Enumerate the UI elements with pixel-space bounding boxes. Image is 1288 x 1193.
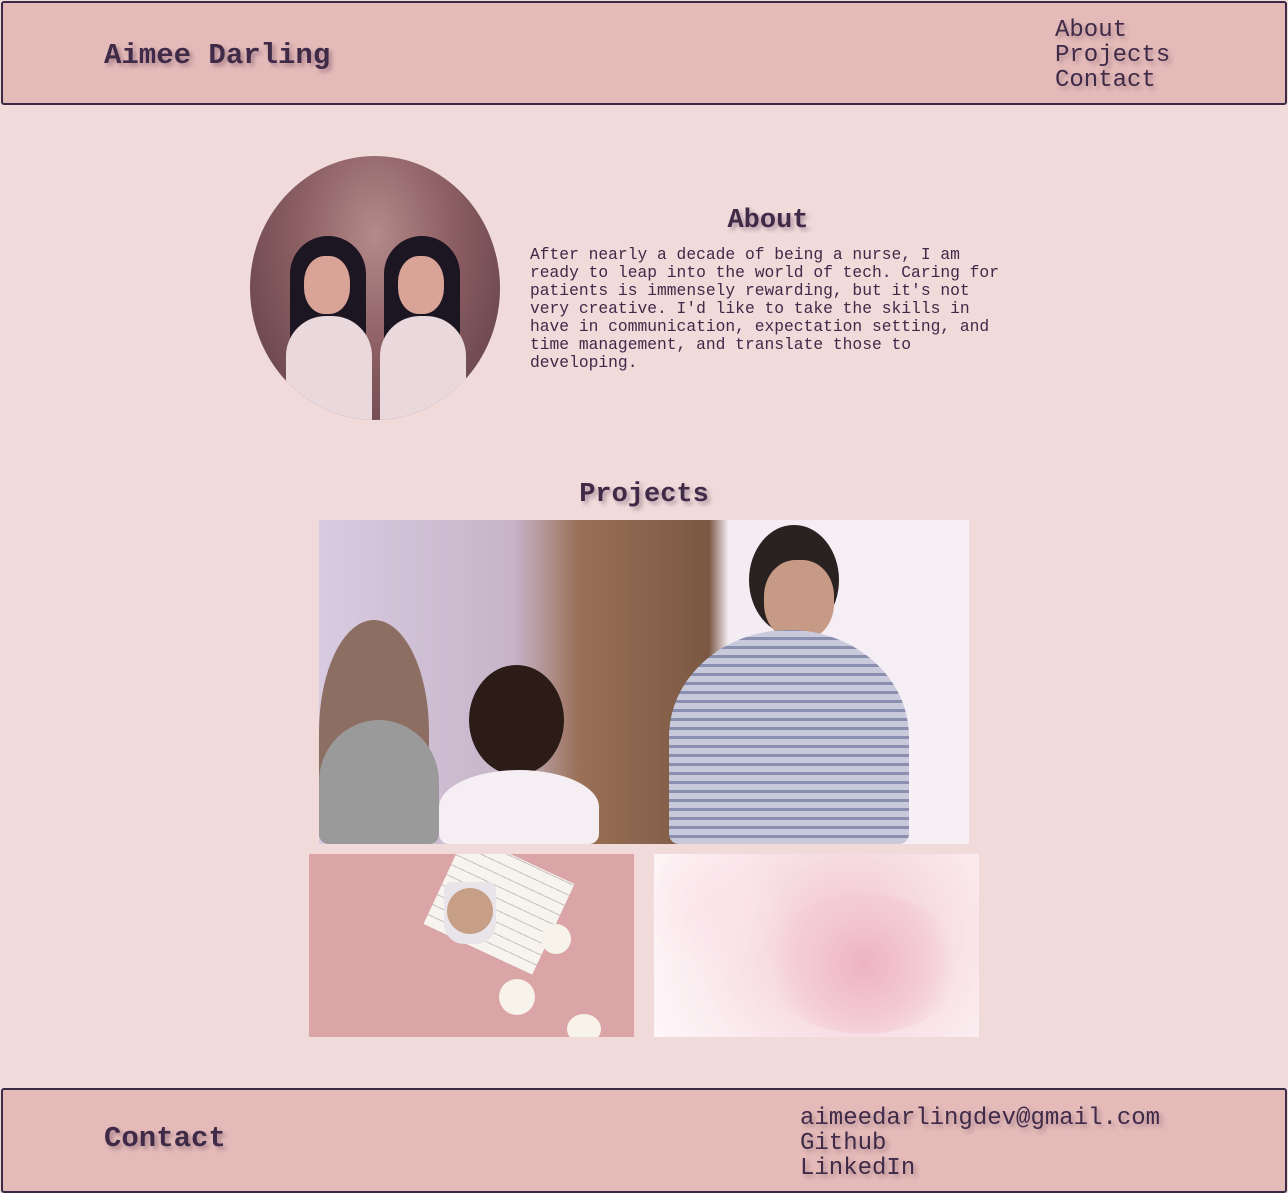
projects-heading: Projects: [579, 480, 709, 510]
coffee: [447, 888, 493, 934]
portrait-figure-right: [372, 236, 472, 420]
person-right-shirt: [669, 630, 909, 844]
project-image-coffee[interactable]: [309, 854, 634, 1037]
rose-petals: [764, 894, 964, 1034]
project-image-rose[interactable]: [654, 854, 979, 1037]
flower-2: [499, 979, 535, 1015]
footer-title: Contact: [104, 1122, 226, 1155]
github-link[interactable]: Github: [800, 1131, 1160, 1156]
person-right-face: [764, 560, 834, 640]
portrait-figure-left: [278, 236, 378, 420]
site-header: Aimee Darling About Projects Contact: [1, 1, 1287, 105]
flower-3: [567, 1014, 601, 1037]
linkedin-link[interactable]: LinkedIn: [800, 1156, 1160, 1181]
person-center-hair: [469, 665, 564, 775]
contact-links: aimeedarlingdev@gmail.com Github LinkedI…: [800, 1106, 1160, 1181]
email-link[interactable]: aimeedarlingdev@gmail.com: [800, 1106, 1160, 1131]
project-image-team[interactable]: [319, 520, 969, 844]
nav-link-projects[interactable]: Projects: [1055, 43, 1170, 68]
site-footer: Contact aimeedarlingdev@gmail.com Github…: [1, 1088, 1287, 1193]
about-heading: About: [727, 206, 809, 236]
flower-1: [541, 924, 571, 954]
profile-photo: [250, 156, 500, 420]
main-nav: About Projects Contact: [1055, 18, 1170, 93]
nav-link-about[interactable]: About: [1055, 18, 1170, 43]
nav-link-contact[interactable]: Contact: [1055, 68, 1170, 93]
person-center-shirt: [439, 770, 599, 844]
about-text: After nearly a decade of being a nurse, …: [530, 245, 999, 372]
person-left-shirt: [319, 720, 439, 844]
site-title: Aimee Darling: [104, 39, 331, 72]
